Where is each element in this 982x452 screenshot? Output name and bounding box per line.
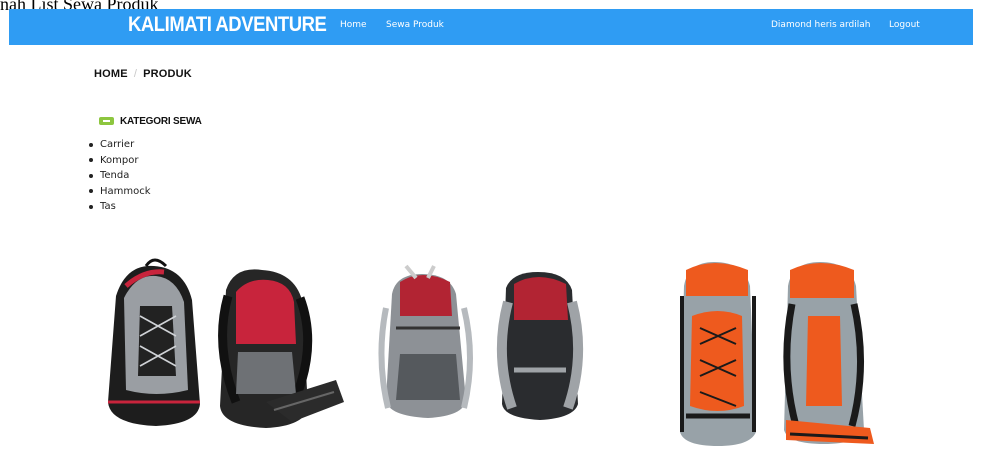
category-item-carrier[interactable]: Carrier: [89, 137, 151, 153]
category-item-tenda[interactable]: Tenda: [89, 168, 151, 184]
category-item-label: Kompor: [100, 154, 139, 166]
product-card-1[interactable]: [96, 226, 354, 452]
logout-link[interactable]: Logout: [889, 20, 920, 30]
bullet-icon: [89, 173, 93, 178]
brand-logo[interactable]: KALIMATI ADVENTURE: [128, 13, 327, 37]
category-item-hammock[interactable]: Hammock: [89, 184, 151, 200]
backpack-grey-red-image: [378, 264, 584, 420]
category-title: KATEGORI SEWA: [120, 115, 202, 127]
nav-home-link[interactable]: Home: [340, 20, 367, 30]
nav-sewa-produk-link[interactable]: Sewa Produk: [386, 20, 444, 30]
bullet-icon: [89, 189, 93, 194]
product-card-2[interactable]: [370, 258, 628, 426]
bullet-icon: [89, 158, 93, 163]
breadcrumb-home-link[interactable]: HOME: [94, 68, 128, 80]
backpack-orange-grey-image: [680, 262, 874, 446]
category-item-label: Hammock: [100, 185, 151, 197]
category-header[interactable]: KATEGORI SEWA: [99, 114, 202, 128]
product-card-3[interactable]: [670, 256, 902, 452]
breadcrumb-current: PRODUK: [143, 68, 192, 80]
bullet-icon: [89, 142, 93, 147]
bullet-icon: [89, 204, 93, 209]
breadcrumb-separator: /: [133, 68, 138, 80]
category-item-label: Tas: [100, 201, 116, 213]
category-item-label: Carrier: [100, 139, 135, 151]
category-item-label: Tenda: [100, 170, 130, 182]
breadcrumb: HOME / PRODUK: [94, 68, 192, 80]
backpack-black-grey-red-image: [108, 258, 344, 428]
minus-icon[interactable]: [99, 117, 114, 125]
navbar: KALIMATI ADVENTURE Home Sewa Produk Diam…: [9, 9, 973, 45]
category-item-kompor[interactable]: Kompor: [89, 153, 151, 169]
category-list: Carrier Kompor Tenda Hammock Tas: [89, 137, 151, 215]
user-name-link[interactable]: Diamond heris ardilah: [771, 20, 870, 30]
category-item-tas[interactable]: Tas: [89, 199, 151, 215]
